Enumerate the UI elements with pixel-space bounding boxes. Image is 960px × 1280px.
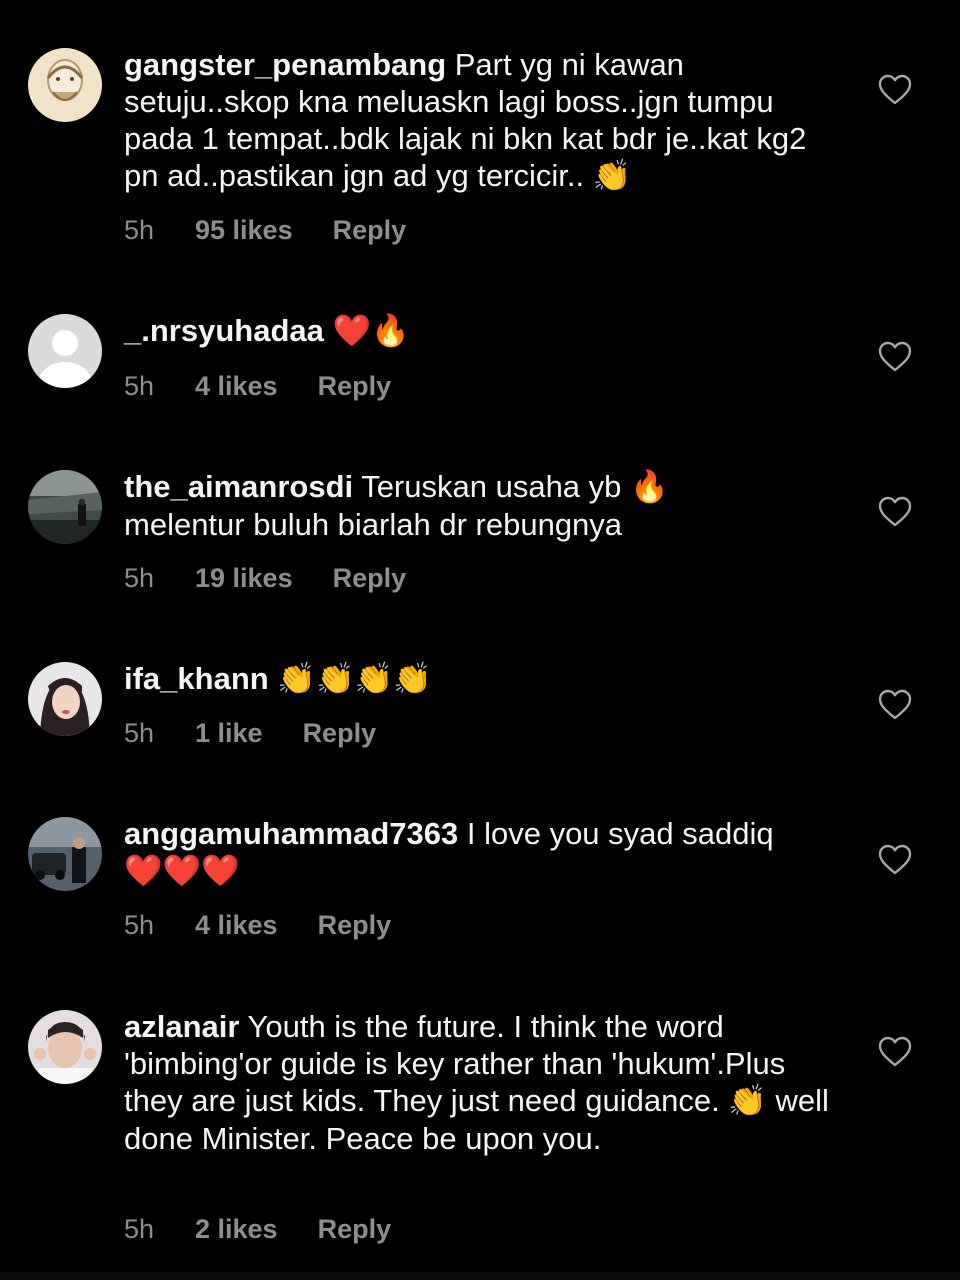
comment-emoji: 👏 — [592, 158, 632, 194]
photo-avatar-icon — [28, 1010, 102, 1084]
photo-avatar-icon — [28, 662, 102, 736]
comment-likes[interactable]: 4 likes — [195, 369, 278, 403]
avatar[interactable] — [28, 314, 102, 388]
comment-body: gangster_penambang Part yg ni kawan setu… — [124, 46, 839, 195]
reply-button[interactable]: Reply — [333, 561, 407, 595]
comment-body: ifa_khann 👏👏👏👏 — [124, 660, 839, 698]
like-button[interactable] — [878, 341, 912, 373]
comment-time: 5h — [124, 215, 155, 245]
comment-time: 5h — [124, 371, 155, 401]
reply-button[interactable]: Reply — [318, 908, 392, 942]
comment-emoji: ❤️🔥 — [332, 313, 410, 349]
avatar[interactable] — [28, 470, 102, 544]
comment-likes[interactable]: 19 likes — [195, 561, 293, 595]
comment-time: 5h — [124, 910, 155, 940]
comment-meta: 5h 2 likes Reply — [124, 1212, 391, 1246]
comment-body: anggamuhammad7363 I love you syad saddiq… — [124, 815, 839, 890]
comment-username[interactable]: anggamuhammad7363 — [124, 816, 458, 851]
comment-likes[interactable]: 95 likes — [195, 213, 293, 247]
cartoon-face-avatar-icon — [28, 48, 102, 122]
comment-meta: 5h 1 like Reply — [124, 716, 376, 750]
like-button[interactable] — [878, 1036, 912, 1068]
like-button[interactable] — [878, 689, 912, 721]
avatar[interactable] — [28, 48, 102, 122]
comment-emoji: 👏 — [728, 1083, 767, 1119]
photo-avatar-icon — [28, 470, 102, 544]
reply-button[interactable]: Reply — [303, 716, 377, 750]
heart-outline-icon — [878, 341, 912, 372]
comment-text: Teruskan usaha yb — [361, 469, 622, 504]
comment-likes[interactable]: 2 likes — [195, 1212, 278, 1246]
heart-outline-icon — [878, 844, 912, 875]
avatar[interactable] — [28, 817, 102, 891]
comment-text-continued: melentur buluh biarlah dr rebungnya — [124, 507, 623, 542]
photo-avatar-icon — [28, 817, 102, 891]
comment-emoji: 👏👏👏👏 — [277, 661, 432, 697]
avatar[interactable] — [28, 662, 102, 736]
comment-username[interactable]: gangster_penambang — [124, 47, 446, 82]
comment-time: 5h — [124, 563, 155, 593]
comment-username[interactable]: _.nrsyuhadaa — [124, 313, 324, 348]
comment-meta: 5h 4 likes Reply — [124, 369, 391, 403]
comment-time: 5h — [124, 1214, 155, 1244]
comment-emoji: ❤️❤️❤️ — [124, 853, 240, 889]
comment-text: I love you syad saddiq — [466, 816, 774, 851]
reply-button[interactable]: Reply — [318, 1212, 392, 1246]
like-button[interactable] — [878, 844, 912, 876]
like-button[interactable] — [878, 496, 912, 528]
heart-outline-icon — [878, 689, 912, 720]
comment-body: _.nrsyuhadaa ❤️🔥 — [124, 312, 839, 350]
comment-username[interactable]: the_aimanrosdi — [124, 469, 353, 504]
comment-body: the_aimanrosdi Teruskan usaha yb 🔥 melen… — [124, 468, 839, 543]
reply-button[interactable]: Reply — [318, 369, 392, 403]
bottom-divider — [0, 1272, 960, 1280]
comment-body: azlanair Youth is the future. I think th… — [124, 1008, 839, 1157]
comment-likes[interactable]: 4 likes — [195, 908, 278, 942]
heart-outline-icon — [878, 1036, 912, 1067]
comment-emoji: 🔥 — [630, 469, 669, 505]
comment-meta: 5h 19 likes Reply — [124, 561, 406, 595]
comment-time: 5h — [124, 718, 155, 748]
like-button[interactable] — [878, 74, 912, 106]
heart-outline-icon — [878, 496, 912, 527]
default-person-avatar-icon — [28, 314, 102, 388]
reply-button[interactable]: Reply — [333, 213, 407, 247]
avatar[interactable] — [28, 1010, 102, 1084]
comment-likes[interactable]: 1 like — [195, 716, 263, 750]
heart-outline-icon — [878, 74, 912, 105]
comment-username[interactable]: ifa_khann — [124, 661, 269, 696]
comment-meta: 5h 4 likes Reply — [124, 908, 391, 942]
comment-meta: 5h 95 likes Reply — [124, 213, 406, 247]
comment-username[interactable]: azlanair — [124, 1009, 239, 1044]
